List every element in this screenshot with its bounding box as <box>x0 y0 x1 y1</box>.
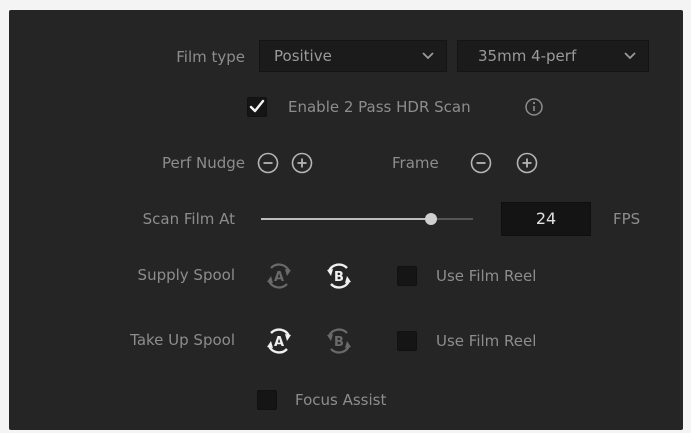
focus-assist-label: Focus Assist <box>295 391 387 409</box>
hdr-label: Enable 2 Pass HDR Scan <box>288 98 471 116</box>
take-up-spool-label: Take Up Spool <box>130 331 235 349</box>
scanner-settings-panel: Film type Positive 35mm 4-perf Enable 2 … <box>9 10 683 430</box>
takeup-film-reel-label: Use Film Reel <box>436 332 537 350</box>
spool-a-letter: A <box>274 270 284 285</box>
film-type-dropdown[interactable]: Positive <box>259 40 447 72</box>
spool-a-letter: A <box>274 335 284 350</box>
takeup-spool-b-rotation-icon[interactable]: B <box>321 323 357 359</box>
fps-unit-label: FPS <box>613 210 641 228</box>
scan-film-at-label: Scan Film At <box>142 210 235 228</box>
frame-label: Frame <box>392 154 439 172</box>
takeup-spool-a-rotation-icon[interactable]: A <box>261 323 297 359</box>
chevron-down-icon <box>422 52 434 60</box>
supply-spool-label: Supply Spool <box>137 266 235 284</box>
focus-assist-checkbox[interactable] <box>257 390 277 410</box>
perf-nudge-label: Perf Nudge <box>162 154 245 172</box>
takeup-film-reel-checkbox[interactable] <box>397 331 417 351</box>
slider-knob[interactable] <box>424 213 437 225</box>
film-format-dropdown[interactable]: 35mm 4-perf <box>457 40 649 72</box>
spool-b-letter: B <box>334 270 344 285</box>
perf-nudge-plus-button[interactable] <box>291 152 313 174</box>
film-format-value: 35mm 4-perf <box>478 47 577 65</box>
checkmark-icon <box>249 99 265 113</box>
chevron-down-icon <box>624 52 636 60</box>
supply-film-reel-label: Use Film Reel <box>436 267 537 285</box>
film-type-label: Film type <box>176 48 245 66</box>
fps-input[interactable]: 24 <box>501 202 591 236</box>
film-type-value: Positive <box>274 47 332 65</box>
spool-b-letter: B <box>334 335 344 350</box>
supply-spool-a-rotation-icon[interactable]: A <box>261 258 297 294</box>
supply-spool-b-rotation-icon[interactable]: B <box>321 258 357 294</box>
slider-fill <box>261 218 431 220</box>
info-icon[interactable] <box>524 97 544 117</box>
frame-minus-button[interactable] <box>470 152 492 174</box>
hdr-checkbox[interactable] <box>247 97 267 117</box>
supply-film-reel-checkbox[interactable] <box>397 266 417 286</box>
perf-nudge-minus-button[interactable] <box>257 152 279 174</box>
frame-plus-button[interactable] <box>516 152 538 174</box>
